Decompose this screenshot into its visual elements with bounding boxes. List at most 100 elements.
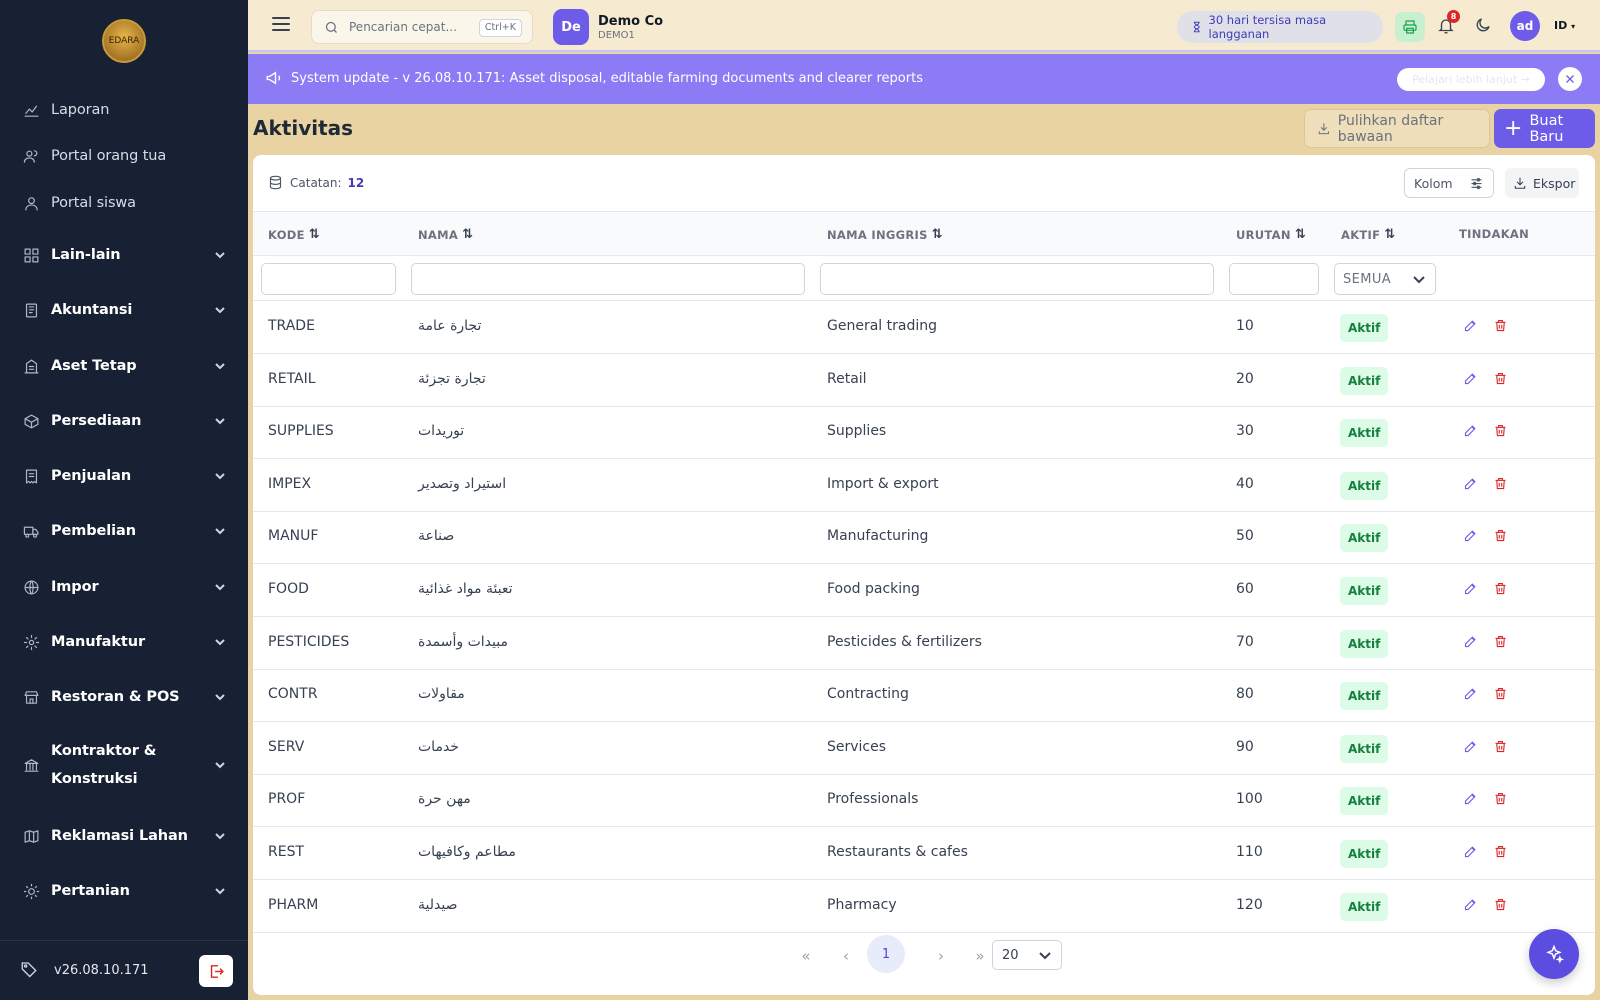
sidebar-item-label: Restoran & POS: [51, 689, 180, 705]
create-new-button[interactable]: + Buat Baru: [1494, 109, 1595, 148]
delete-icon[interactable]: [1493, 528, 1509, 544]
learn-more-button[interactable]: Pelajari lebih lanjut →: [1397, 68, 1545, 91]
sidebar-item-persediaan[interactable]: Persediaan: [0, 401, 248, 441]
next-page-icon[interactable]: ›: [928, 943, 954, 969]
table-row[interactable]: SUPPLIES توريدات Supplies 30 Aktif: [253, 407, 1595, 460]
edit-icon[interactable]: [1463, 528, 1479, 544]
sidebar-item-penjualan[interactable]: Penjualan: [0, 456, 248, 496]
user-icon: [22, 194, 40, 212]
table-row[interactable]: CONTR مقاولات Contracting 80 Aktif: [253, 670, 1595, 723]
restore-defaults-button[interactable]: Pulihkan daftar bawaan: [1304, 109, 1490, 148]
sidebar-item-reklamasi-lahan[interactable]: Reklamasi Lahan: [0, 816, 248, 856]
export-button[interactable]: Ekspor: [1505, 168, 1579, 198]
sidebar-item-label: Portal orang tua: [51, 148, 167, 164]
table-row[interactable]: RETAIL تجارة تجزئة Retail 20 Aktif: [253, 355, 1595, 407]
sidebar-item-manufaktur[interactable]: Manufaktur: [0, 622, 248, 662]
column-header-english-name[interactable]: NAMA INGGRIS ⇅: [827, 227, 943, 242]
delete-icon[interactable]: [1493, 318, 1509, 334]
current-page-button[interactable]: 1: [867, 935, 905, 973]
edit-icon[interactable]: [1463, 791, 1479, 807]
menu-toggle-icon[interactable]: [272, 17, 290, 33]
notifications-button[interactable]: 8: [1434, 10, 1460, 38]
table-row[interactable]: REST مطاعم وكافيهات Restaurants & cafes 110…: [253, 828, 1595, 880]
sidebar-item-akuntansi[interactable]: Akuntansi: [0, 290, 248, 330]
edit-icon[interactable]: [1463, 634, 1479, 650]
table-row[interactable]: PROF مهن حرة Professionals 100 Aktif: [253, 775, 1595, 828]
print-button[interactable]: [1395, 12, 1425, 42]
first-page-icon[interactable]: «: [793, 943, 819, 969]
sort-icon: ⇅: [462, 227, 474, 242]
sidebar-item-kontraktor-konstruksi[interactable]: Kontraktor & Konstruksi: [0, 730, 248, 800]
page-size-value: 20: [1002, 947, 1019, 963]
table-row[interactable]: MANUF صناعة Manufacturing 50 Aktif: [253, 512, 1595, 565]
delete-icon[interactable]: [1493, 476, 1509, 492]
delete-icon[interactable]: [1493, 686, 1509, 702]
cog-icon: [22, 633, 40, 651]
cell-order: 60: [1236, 581, 1254, 597]
logout-button[interactable]: [199, 955, 233, 987]
delete-icon[interactable]: [1493, 844, 1509, 860]
edit-icon[interactable]: [1463, 897, 1479, 913]
last-page-icon[interactable]: »: [967, 943, 993, 969]
sidebar-item-label: Laporan: [51, 102, 110, 118]
table-row[interactable]: PHARM صيدلية Pharmacy 120 Aktif: [253, 881, 1595, 933]
edit-icon[interactable]: [1463, 476, 1479, 492]
table-row[interactable]: IMPEX استيراد وتصدير Import & export 40 Akti…: [253, 460, 1595, 512]
edit-icon[interactable]: [1463, 581, 1479, 597]
column-header-active[interactable]: AKTIF ⇅: [1341, 227, 1396, 242]
delete-icon[interactable]: [1493, 423, 1509, 439]
edit-icon[interactable]: [1463, 844, 1479, 860]
subscription-status[interactable]: 30 hari tersisa masa langganan: [1177, 11, 1383, 43]
theme-toggle[interactable]: [1474, 16, 1494, 36]
delete-icon[interactable]: [1493, 371, 1509, 387]
edit-icon[interactable]: [1463, 423, 1479, 439]
edit-icon[interactable]: [1463, 686, 1479, 702]
sidebar-item-label: Portal siswa: [51, 195, 136, 211]
ai-assistant-button[interactable]: [1529, 929, 1579, 979]
sidebar-item-pembelian[interactable]: Pembelian: [0, 511, 248, 551]
header-label: NAMA INGGRIS: [827, 227, 928, 242]
sidebar-item-impor[interactable]: Impor: [0, 567, 248, 607]
status-badge: Aktif: [1340, 734, 1389, 763]
filter-name-input[interactable]: [411, 263, 805, 295]
user-avatar[interactable]: ad: [1510, 11, 1540, 41]
close-banner-button[interactable]: [1558, 67, 1582, 91]
table-row[interactable]: PESTICIDES مبيدات وأسمدة Pesticides & fert…: [253, 618, 1595, 670]
edit-icon[interactable]: [1463, 739, 1479, 755]
page-size-select[interactable]: 20: [992, 940, 1062, 970]
search-shortcut: Ctrl+K: [478, 19, 522, 37]
delete-icon[interactable]: [1493, 581, 1509, 597]
chevron-down-icon: [214, 581, 226, 593]
filter-code-input[interactable]: [261, 263, 396, 295]
company-switcher[interactable]: De Demo Co DEMO1: [553, 9, 663, 45]
column-header-name[interactable]: NAMA ⇅: [418, 227, 473, 242]
filter-english-name-input[interactable]: [820, 263, 1214, 295]
delete-icon[interactable]: [1493, 897, 1509, 913]
globe-icon: [22, 578, 40, 596]
table-row[interactable]: SERV خدمات Services 90 Aktif: [253, 723, 1595, 775]
delete-icon[interactable]: [1493, 791, 1509, 807]
filter-active-select[interactable]: SEMUA: [1334, 263, 1436, 295]
table-row[interactable]: FOOD تعبئة مواد غذائية Food packing 60 Aktif: [253, 565, 1595, 617]
prev-page-icon[interactable]: ‹: [833, 943, 859, 969]
sidebar-item-portal-orang-tua[interactable]: Portal orang tua: [0, 136, 248, 176]
edit-icon[interactable]: [1463, 318, 1479, 334]
sidebar-item-portal-siswa[interactable]: Portal siswa: [0, 183, 248, 223]
language-selector[interactable]: ID ▾: [1554, 19, 1575, 32]
topbar: Pencarian cepat... Ctrl+K De Demo Co DEM…: [248, 0, 1600, 52]
sidebar-item-aset-tetap[interactable]: Aset Tetap: [0, 346, 248, 386]
delete-icon[interactable]: [1493, 634, 1509, 650]
sidebar-item-laporan[interactable]: Laporan: [0, 90, 248, 130]
sidebar-item-lain-lain[interactable]: Lain-lain: [0, 235, 248, 275]
delete-icon[interactable]: [1493, 739, 1509, 755]
columns-button[interactable]: Kolom: [1404, 168, 1494, 198]
column-header-code[interactable]: KODE ⇅: [268, 227, 320, 242]
filter-order-input[interactable]: [1229, 263, 1319, 295]
table-row[interactable]: TRADE تجارة عامة General trading 10 Aktif: [253, 302, 1595, 354]
column-header-order[interactable]: URUTAN ⇅: [1236, 227, 1306, 242]
company-logo[interactable]: EDARA: [102, 19, 146, 63]
quick-search[interactable]: Pencarian cepat... Ctrl+K: [311, 10, 533, 44]
sidebar-item-pertanian[interactable]: Pertanian: [0, 871, 248, 911]
edit-icon[interactable]: [1463, 371, 1479, 387]
sidebar-item-restoran-pos[interactable]: Restoran & POS: [0, 677, 248, 717]
